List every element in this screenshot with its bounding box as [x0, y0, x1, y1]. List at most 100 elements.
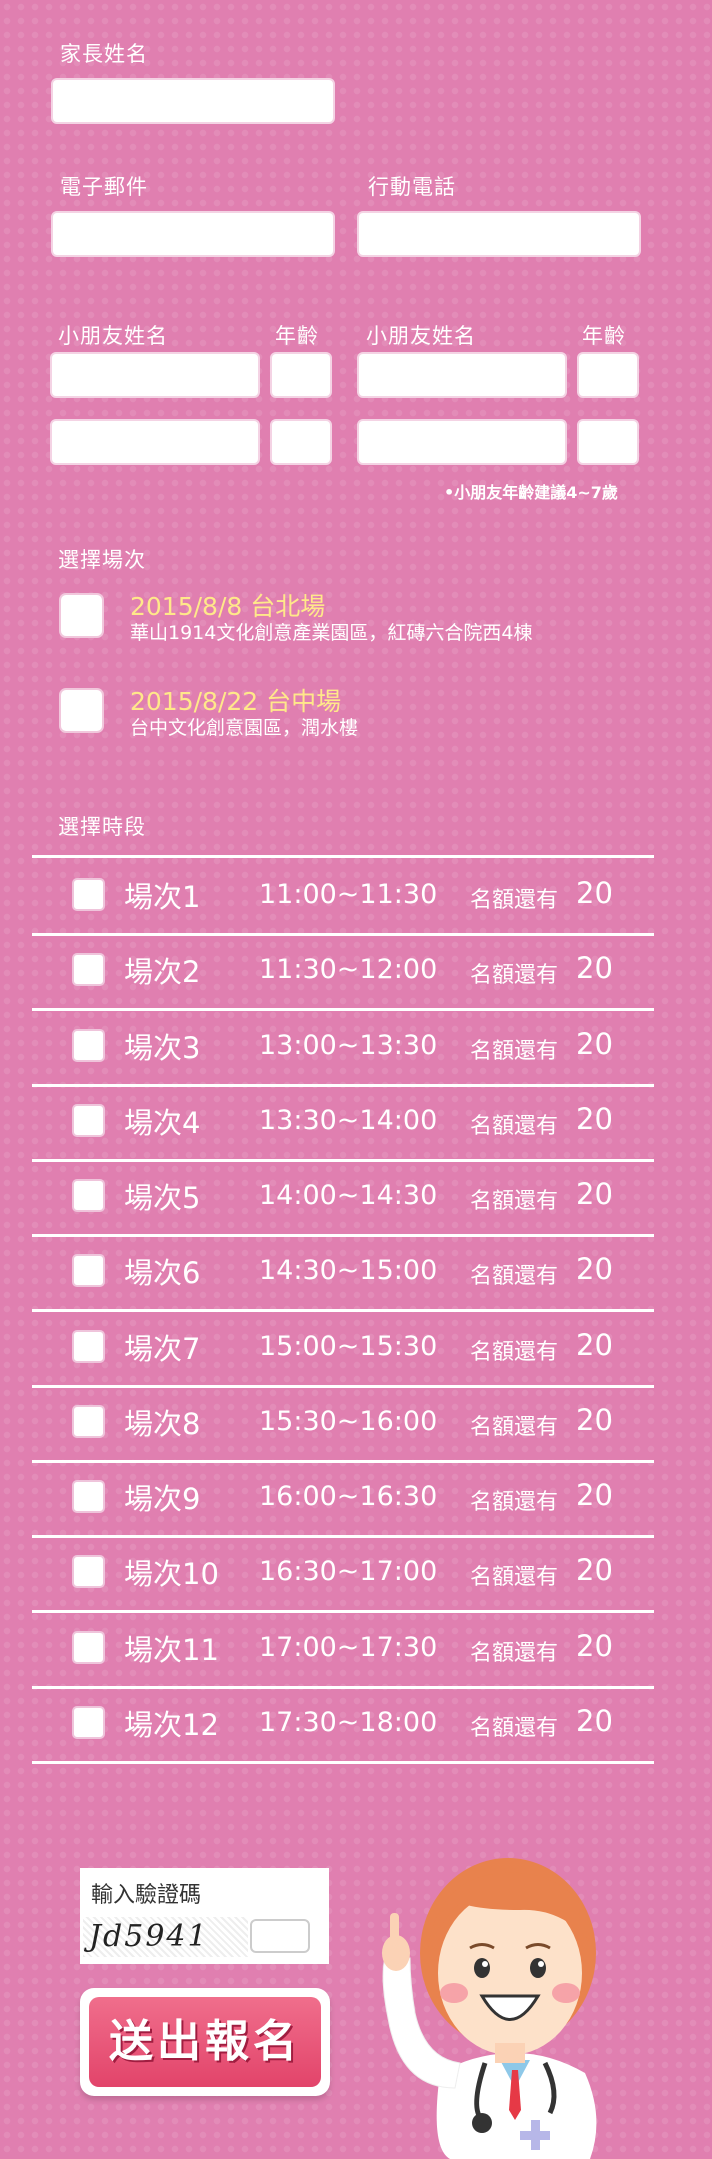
timeslot-quota-label: 名額還有	[470, 1414, 559, 1440]
timeslot-checkbox[interactable]	[72, 1630, 105, 1664]
timeslot-time: 14:30~15:00	[259, 1255, 438, 1287]
timeslot-row: 場次1 11:00~11:30 名額還有 20	[32, 858, 654, 936]
timeslot-checkbox[interactable]	[72, 1705, 105, 1739]
timeslot-name: 場次1	[124, 880, 201, 914]
timeslot-quota-value: 20	[576, 1026, 613, 1061]
timeslot-time: 11:00~11:30	[259, 879, 438, 910]
parent-name-input[interactable]	[51, 78, 335, 124]
timeslot-quota-value: 20	[576, 1628, 613, 1663]
email-input[interactable]	[51, 211, 335, 257]
timeslot-checkbox[interactable]	[72, 1329, 105, 1363]
timeslot-row: 場次6 14:30~15:00 名額還有 20	[32, 1234, 654, 1313]
timeslot-quota-value: 20	[576, 1402, 613, 1437]
timeslot-quota-label: 名額還有	[470, 1339, 559, 1365]
timeslot-checkbox[interactable]	[72, 878, 105, 911]
age-hint: •小朋友年齡建議4~7歲	[444, 483, 618, 502]
child-age-input-2[interactable]	[577, 352, 639, 398]
child-name-input-1[interactable]	[50, 352, 260, 398]
phone-label: 行動電話	[368, 175, 456, 199]
timeslot-row: 場次4 13:30~14:00 名額還有 20	[32, 1084, 654, 1162]
venue-location-taipei: 華山1914文化創意產業園區，紅磚六合院西4棟	[130, 622, 533, 644]
timeslot-name: 場次5	[124, 1181, 201, 1215]
timeslot-section-title: 選擇時段	[58, 815, 146, 839]
timeslot-name: 場次4	[124, 1105, 201, 1140]
timeslot-quota-value: 20	[576, 1478, 613, 1512]
child-name-input-2[interactable]	[357, 352, 567, 398]
timeslot-checkbox[interactable]	[72, 1480, 105, 1513]
timeslot-row: 場次9 16:00~16:30 名額還有 20	[32, 1460, 654, 1538]
child-name-input-3[interactable]	[50, 419, 260, 465]
child-name-label-1: 小朋友姓名	[58, 324, 168, 348]
timeslot-row: 場次10 16:30~17:00 名額還有 20	[32, 1535, 654, 1614]
timeslot-checkbox[interactable]	[72, 1404, 105, 1438]
submit-button[interactable]: 送出報名	[80, 1988, 330, 2096]
timeslot-quota-value: 20	[576, 1177, 613, 1211]
timeslot-quota-label: 名額還有	[470, 1264, 559, 1290]
timeslot-quota-label: 名額還有	[470, 1565, 559, 1591]
phone-input[interactable]	[357, 211, 641, 257]
doctor-mascot-illustration	[382, 1858, 597, 2159]
timeslot-quota-label: 名額還有	[470, 1189, 559, 1214]
child-age-input-3[interactable]	[270, 419, 332, 465]
age-label-2: 年齡	[582, 324, 626, 348]
submit-label: 送出報名	[89, 1997, 321, 2087]
timeslot-checkbox[interactable]	[72, 1555, 105, 1589]
timeslot-time: 15:30~16:00	[259, 1405, 438, 1437]
timeslot-row: 場次2 11:30~12:00 名額還有 20	[32, 933, 654, 1012]
venue-location-taichung: 台中文化創意園區，潤水樓	[130, 717, 359, 739]
child-name-label-2: 小朋友姓名	[366, 324, 476, 348]
bullet-icon: •	[444, 483, 455, 502]
captcha-label: 輸入驗證碼	[91, 1883, 202, 1908]
timeslot-checkbox[interactable]	[72, 1028, 105, 1062]
parent-name-label: 家長姓名	[60, 42, 148, 66]
age-label-1: 年齡	[275, 324, 319, 348]
timeslot-name: 場次12	[124, 1707, 219, 1742]
timeslot-time: 14:00~14:30	[259, 1180, 438, 1211]
timeslot-time: 17:30~18:00	[259, 1706, 438, 1738]
timeslot-quota-label: 名額還有	[470, 1490, 559, 1515]
timeslot-time: 11:30~12:00	[259, 954, 438, 986]
email-label: 電子郵件	[60, 175, 148, 199]
timeslot-time: 16:00~16:30	[259, 1481, 438, 1512]
timeslot-quota-label: 名額還有	[470, 888, 559, 913]
timeslot-row: 場次8 15:30~16:00 名額還有 20	[32, 1385, 654, 1463]
timeslot-name: 場次6	[124, 1256, 201, 1291]
captcha-image: Jd5941	[83, 1917, 248, 1957]
captcha-input[interactable]	[250, 1919, 310, 1953]
child-age-input-1[interactable]	[270, 352, 332, 398]
timeslot-time: 15:00~15:30	[259, 1330, 438, 1362]
timeslot-time: 13:00~13:30	[259, 1029, 438, 1061]
timeslot-quota-label: 名額還有	[470, 1038, 559, 1064]
timeslot-name: 場次8	[124, 1406, 201, 1441]
timeslot-checkbox[interactable]	[72, 1179, 105, 1212]
timeslot-checkbox[interactable]	[72, 1103, 105, 1137]
timeslot-name: 場次7	[124, 1331, 201, 1366]
child-name-input-4[interactable]	[357, 419, 567, 465]
venue-checkbox-taichung[interactable]	[59, 688, 104, 733]
timeslot-time: 16:30~17:00	[259, 1556, 438, 1588]
timeslot-name: 場次11	[124, 1632, 219, 1667]
timeslot-row: 場次3 13:00~13:30 名額還有 20	[32, 1009, 654, 1087]
timeslot-quota-value: 20	[576, 1553, 613, 1588]
timeslot-row: 場次12 17:30~18:00 名額還有 20	[32, 1686, 654, 1764]
timeslot-quota-value: 20	[576, 1703, 613, 1738]
timeslot-row: 場次11 17:00~17:30 名額還有 20	[32, 1611, 654, 1689]
timeslot-quota-label: 名額還有	[470, 1640, 559, 1666]
captcha-panel: 輸入驗證碼 Jd5941	[80, 1868, 329, 1964]
timeslot-name: 場次3	[124, 1030, 201, 1065]
timeslot-time: 17:00~17:30	[259, 1631, 438, 1663]
timeslot-checkbox[interactable]	[72, 953, 105, 987]
timeslot-name: 場次10	[124, 1557, 219, 1592]
timeslot-quota-value: 20	[576, 1327, 613, 1362]
timeslot-quota-label: 名額還有	[470, 1113, 559, 1139]
timeslot-quota-value: 20	[576, 951, 613, 986]
timeslot-checkbox[interactable]	[72, 1254, 105, 1288]
timeslot-row: 場次5 14:00~14:30 名額還有 20	[32, 1159, 654, 1237]
timeslot-time: 13:30~14:00	[259, 1104, 438, 1136]
captcha-code: Jd5941	[89, 1919, 209, 1954]
timeslot-quota-value: 20	[576, 1252, 613, 1287]
child-age-input-4[interactable]	[577, 419, 639, 465]
timeslot-name: 場次9	[124, 1482, 201, 1516]
venue-checkbox-taipei[interactable]	[59, 593, 104, 638]
timeslot-quota-value: 20	[576, 876, 613, 910]
